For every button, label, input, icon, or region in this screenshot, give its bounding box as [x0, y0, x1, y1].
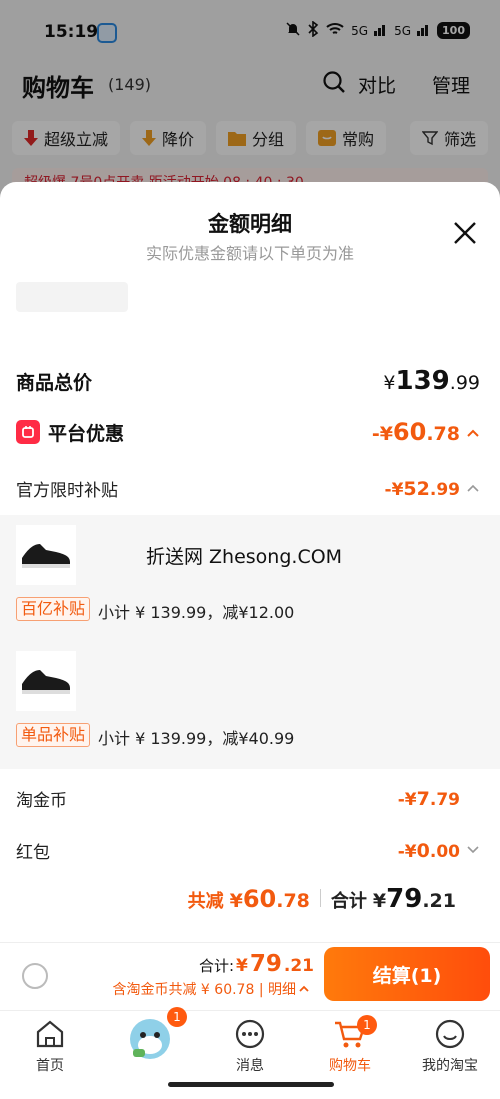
profile-icon: [433, 1017, 467, 1051]
goods-total-label: 商品总价: [16, 371, 93, 394]
checkout-decimal: .21: [283, 956, 314, 976]
price-decimal: .99: [449, 372, 480, 394]
checkout-integer: 79: [249, 951, 282, 977]
discount-decimal: .78: [426, 423, 460, 445]
price-integer: 139: [395, 366, 450, 396]
item-subtotal-text: 小计 ¥ 139.99，减¥12.00: [98, 603, 295, 622]
mascot-icon: 1: [123, 1007, 187, 1063]
message-icon: [233, 1017, 267, 1051]
sheet-subtitle: 实际优惠金额请以下单页为准: [145, 244, 354, 263]
official-subsidy-label: 官方限时补贴: [16, 481, 118, 501]
tab-profile[interactable]: 我的淘宝: [400, 1015, 500, 1075]
sheet-title: 金额明细: [208, 212, 292, 236]
sum-integer: 79: [386, 884, 423, 914]
discount-detail-link[interactable]: 含淘金币共减 ¥ 60.78 | 明细: [112, 979, 310, 999]
reduce-label: 共减: [187, 891, 224, 912]
taojinbi-value: -¥ 7 .79: [398, 788, 460, 810]
watermark-text: 折送网 Zhesong.COM: [146, 546, 343, 568]
platform-discount-value: -¥ 60 .78: [372, 418, 480, 446]
reduce-integer: 60: [242, 885, 277, 913]
loading-placeholder: [16, 282, 128, 312]
home-indicator: [168, 1082, 334, 1087]
coin-sign: -¥: [397, 789, 417, 810]
select-all-checkbox[interactable]: [22, 963, 48, 989]
platform-discount-label: 平台优惠: [48, 422, 125, 445]
product-thumbnail[interactable]: [16, 651, 76, 711]
cart-icon: 1: [333, 1015, 377, 1051]
red-packet-value: -¥ 0 .00: [398, 840, 480, 862]
shoe-icon: [22, 544, 70, 568]
tab-mascot[interactable]: 1: [100, 1007, 200, 1067]
tab-messages[interactable]: 消息: [200, 1015, 300, 1075]
coin-integer: 7: [416, 787, 430, 810]
checkout-currency: ¥: [236, 956, 248, 976]
tab-badge: 1: [167, 1007, 187, 1027]
platform-discount-icon: [16, 420, 40, 444]
sum-label: 合计: [330, 891, 367, 912]
official-subsidy-row[interactable]: 官方限时补贴 -¥ 52 .99: [16, 476, 480, 501]
shoe-icon: [22, 670, 70, 694]
red-packet-label: 红包: [16, 843, 50, 863]
close-icon[interactable]: [452, 220, 478, 246]
reduce-decimal: .78: [276, 890, 310, 912]
discount-sign: -¥: [371, 423, 393, 445]
tab-cart[interactable]: 1 购物车: [300, 1015, 400, 1075]
official-subsidy-value: -¥ 52 .99: [385, 478, 480, 500]
chevron-up-icon: [467, 484, 479, 492]
home-icon: [33, 1017, 67, 1051]
currency-symbol: ¥: [383, 372, 396, 394]
totals-summary: 共减 ¥ 60 .78 合计 ¥ 79 .21: [188, 884, 456, 914]
subsidy-tag: 单品补贴: [16, 723, 91, 747]
product-thumbnail[interactable]: [16, 525, 76, 585]
red-packet-integer: 0: [416, 839, 430, 862]
discount-integer: 60: [392, 418, 427, 446]
sum-decimal: .21: [422, 890, 456, 912]
price-detail-sheet: 金额明细 实际优惠金额请以下单页为准 商品总价 ¥ 139 .99 平台优惠 -…: [0, 182, 500, 942]
taojinbi-label: 淘金币: [16, 791, 67, 811]
coin-decimal: .79: [429, 789, 460, 810]
subsidy-decimal: .99: [429, 479, 460, 500]
chevron-up-icon: [467, 429, 479, 437]
tab-label: 我的淘宝: [422, 1058, 478, 1074]
chevron-down-icon: [467, 845, 479, 853]
tab-label: 消息: [236, 1058, 264, 1074]
taojinbi-row: 淘金币 -¥ 7 .79: [16, 786, 480, 812]
totals-divider: [319, 889, 321, 907]
subsidy-sign: -¥: [384, 479, 404, 500]
tab-badge: 1: [357, 1015, 377, 1035]
checkout-total: 合计: ¥ 79 .21: [199, 951, 314, 977]
checkout-button[interactable]: 结算(1): [324, 947, 490, 1001]
checkout-total-label: 合计:: [198, 957, 235, 975]
goods-total-row: 商品总价 ¥ 139 .99: [16, 366, 480, 396]
tab-label: 首页: [36, 1058, 64, 1074]
item-subtotal-text: 小计 ¥ 139.99，减¥40.99: [98, 729, 295, 748]
red-packet-sign: -¥: [397, 841, 417, 862]
goods-total-value: ¥ 139 .99: [383, 366, 480, 396]
reduce-currency: ¥: [229, 890, 243, 912]
discount-detail-text: 含淘金币共减 ¥ 60.78 | 明细: [112, 982, 296, 998]
subsidy-integer: 52: [403, 477, 430, 500]
chevron-up-icon: [299, 985, 309, 992]
subsidy-tag: 百亿补贴: [16, 597, 91, 621]
checkout-bar: 合计: ¥ 79 .21 含淘金币共减 ¥ 60.78 | 明细 结算(1): [0, 942, 500, 1010]
platform-discount-row[interactable]: 平台优惠 -¥ 60 .78: [16, 418, 480, 446]
tab-home[interactable]: 首页: [0, 1015, 100, 1075]
red-packet-row[interactable]: 红包 -¥ 0 .00: [16, 838, 480, 863]
red-packet-decimal: .00: [429, 841, 460, 862]
sum-currency: ¥: [372, 890, 387, 912]
tab-label: 购物车: [329, 1058, 371, 1074]
